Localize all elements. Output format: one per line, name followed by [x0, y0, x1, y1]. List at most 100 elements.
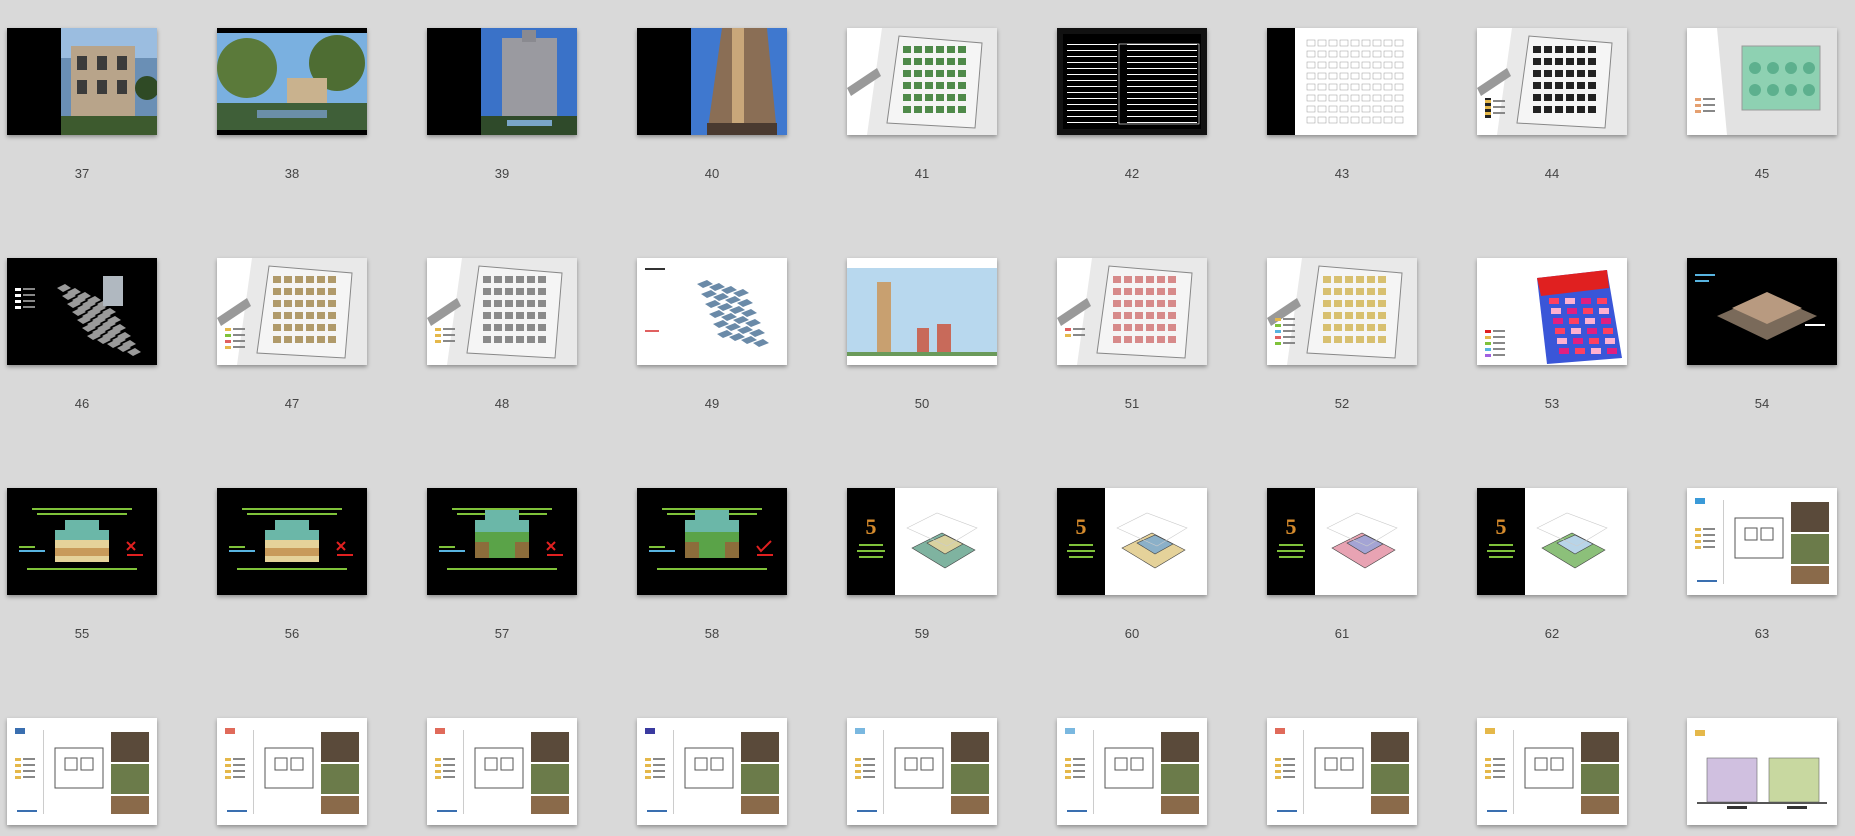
- slide-thumbnail[interactable]: [1687, 258, 1837, 365]
- slide-preview-image: [7, 28, 157, 135]
- svg-text:5: 5: [866, 514, 877, 539]
- slide-thumbnail[interactable]: [1477, 28, 1627, 135]
- slide-thumbnail[interactable]: [427, 718, 577, 825]
- slide-preview-image: [7, 718, 157, 825]
- slide-thumbnail[interactable]: 5: [1267, 488, 1417, 595]
- slide-preview-image: 5: [1267, 488, 1417, 595]
- slide-number-label: 38: [284, 166, 300, 181]
- slide-preview-image: [847, 28, 997, 135]
- slide-preview-image: [427, 488, 577, 595]
- slide-thumbnail[interactable]: [1687, 488, 1837, 595]
- svg-text:5: 5: [1076, 514, 1087, 539]
- slide-preview-image: [217, 28, 367, 135]
- slide-preview-image: [427, 258, 577, 365]
- slide-thumbnail[interactable]: [217, 258, 367, 365]
- slide-number-label: 63: [1754, 626, 1770, 641]
- slide-preview-image: [637, 488, 787, 595]
- slide-number-label: 61: [1334, 626, 1350, 641]
- slide-number-label: 44: [1544, 166, 1560, 181]
- slide-preview-image: [1477, 28, 1627, 135]
- slide-thumbnail[interactable]: [1267, 28, 1417, 135]
- slide-thumbnail[interactable]: [217, 718, 367, 825]
- slide-thumbnail[interactable]: [427, 488, 577, 595]
- slide-preview-image: 5: [1477, 488, 1627, 595]
- slide-thumbnail[interactable]: 5: [1057, 488, 1207, 595]
- slide-preview-image: [1687, 28, 1837, 135]
- slide-number-label: 54: [1754, 396, 1770, 411]
- slide-number-label: 40: [704, 166, 720, 181]
- slide-number-label: 52: [1334, 396, 1350, 411]
- slide-number-label: 60: [1124, 626, 1140, 641]
- slide-thumbnail[interactable]: [847, 28, 997, 135]
- slide-preview-image: [1477, 258, 1627, 365]
- slide-thumbnail[interactable]: 5: [1477, 488, 1627, 595]
- slide-number-label: 55: [74, 626, 90, 641]
- slide-number-label: 56: [284, 626, 300, 641]
- slide-number-label: 43: [1334, 166, 1350, 181]
- slide-preview-image: [7, 258, 157, 365]
- slide-thumbnail[interactable]: [637, 718, 787, 825]
- slide-number-label: 37: [74, 166, 90, 181]
- slide-thumbnail[interactable]: [1477, 258, 1627, 365]
- slide-preview-image: [1687, 488, 1837, 595]
- slide-number-label: 50: [914, 396, 930, 411]
- slide-preview-image: [637, 28, 787, 135]
- slide-thumbnail[interactable]: [7, 718, 157, 825]
- slide-thumbnail[interactable]: [1687, 28, 1837, 135]
- slide-thumbnail[interactable]: [1267, 718, 1417, 825]
- slide-thumbnail[interactable]: [637, 28, 787, 135]
- slide-number-label: 42: [1124, 166, 1140, 181]
- slide-preview-image: [427, 28, 577, 135]
- slide-preview-image: [1687, 718, 1837, 825]
- slide-thumbnail[interactable]: 5: [847, 488, 997, 595]
- slide-preview-image: [1057, 718, 1207, 825]
- slide-number-label: 47: [284, 396, 300, 411]
- slide-preview-image: [847, 718, 997, 825]
- slide-number-label: 58: [704, 626, 720, 641]
- slide-preview-image: 5: [1057, 488, 1207, 595]
- slide-preview-image: [1267, 258, 1417, 365]
- slide-number-label: 39: [494, 166, 510, 181]
- slide-thumbnail[interactable]: [1687, 718, 1837, 825]
- slide-thumbnail[interactable]: [7, 258, 157, 365]
- slide-thumbnail[interactable]: [217, 488, 367, 595]
- slide-thumbnail[interactable]: [7, 488, 157, 595]
- slide-thumbnail[interactable]: [427, 258, 577, 365]
- slide-preview-image: [637, 718, 787, 825]
- slide-preview-image: [1267, 28, 1417, 135]
- slide-thumbnail[interactable]: [1057, 28, 1207, 135]
- slide-preview-image: [1687, 258, 1837, 365]
- slide-number-label: 48: [494, 396, 510, 411]
- slide-preview-image: [217, 488, 367, 595]
- slide-number-label: 45: [1754, 166, 1770, 181]
- slide-preview-image: [7, 488, 157, 595]
- svg-text:5: 5: [1496, 514, 1507, 539]
- slide-thumbnail[interactable]: [217, 28, 367, 135]
- slide-thumbnail[interactable]: [847, 718, 997, 825]
- slide-thumbnail[interactable]: [1057, 718, 1207, 825]
- slide-number-label: 57: [494, 626, 510, 641]
- slide-thumbnail[interactable]: [7, 28, 157, 135]
- svg-text:5: 5: [1286, 514, 1297, 539]
- slide-thumbnail[interactable]: [1477, 718, 1627, 825]
- slide-preview-image: 5: [847, 488, 997, 595]
- slide-preview-image: [427, 718, 577, 825]
- slide-number-label: 59: [914, 626, 930, 641]
- slide-preview-image: [1477, 718, 1627, 825]
- slide-preview-image: [217, 258, 367, 365]
- slide-number-label: 62: [1544, 626, 1560, 641]
- slide-preview-image: [637, 258, 787, 365]
- slide-thumbnail[interactable]: [637, 488, 787, 595]
- slide-number-label: 53: [1544, 396, 1560, 411]
- slide-preview-image: [847, 258, 997, 365]
- slide-thumbnail[interactable]: [847, 258, 997, 365]
- slide-preview-image: [217, 718, 367, 825]
- slide-preview-image: [1057, 28, 1207, 135]
- slide-thumbnail[interactable]: [1057, 258, 1207, 365]
- slide-thumbnail[interactable]: [427, 28, 577, 135]
- slide-thumbnail[interactable]: [1267, 258, 1417, 365]
- slide-number-label: 46: [74, 396, 90, 411]
- slide-number-label: 51: [1124, 396, 1140, 411]
- slide-thumbnail[interactable]: [637, 258, 787, 365]
- slide-preview-image: [1057, 258, 1207, 365]
